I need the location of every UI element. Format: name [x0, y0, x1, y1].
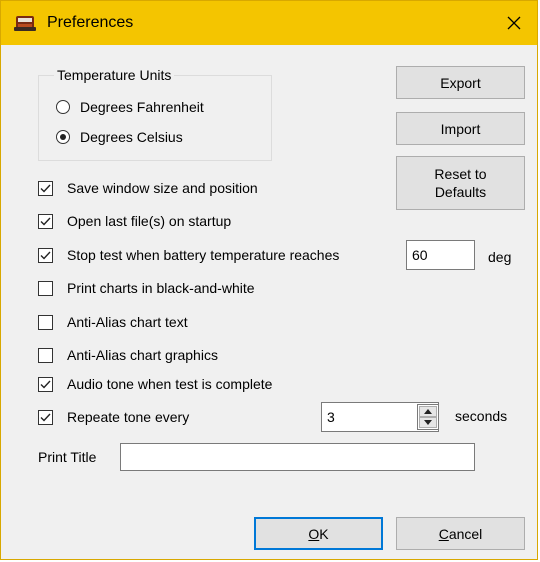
stop-temperature-unit: deg	[488, 249, 512, 265]
print-title-input[interactable]	[120, 443, 475, 471]
spin-up-button[interactable]	[419, 406, 437, 417]
arrow-up-icon	[424, 409, 432, 414]
spin-down-button[interactable]	[419, 417, 437, 428]
radio-celsius-label: Degrees Celsius	[80, 129, 183, 145]
radio-fahrenheit[interactable]: Degrees Fahrenheit	[56, 97, 204, 117]
option-open-last-files-label: Open last file(s) on startup	[67, 213, 232, 229]
checkbox-stop-test-temperature[interactable]	[38, 247, 53, 263]
close-icon	[507, 16, 521, 30]
title-bar: Preferences	[1, 1, 537, 45]
ok-button-label: OK	[308, 525, 329, 542]
repeat-interval-unit: seconds	[455, 408, 508, 424]
temperature-units-group: Temperature Units Degrees Fahrenheit Deg…	[38, 66, 272, 161]
option-stop-test-temperature[interactable]: Stop test when battery temperature reach…	[38, 245, 339, 265]
reset-to-defaults-button[interactable]: Reset to Defaults	[396, 156, 525, 210]
checkbox-anti-alias-text[interactable]	[38, 314, 53, 330]
option-repeat-tone[interactable]: Repeate tone every	[38, 407, 189, 427]
import-button[interactable]: Import	[396, 112, 525, 145]
temperature-units-legend: Temperature Units	[54, 66, 175, 84]
preferences-dialog: Preferences Temperature Units Degrees Fa…	[0, 0, 538, 560]
checkbox-repeat-tone[interactable]	[38, 409, 53, 425]
export-button-label: Export	[440, 74, 481, 91]
option-anti-alias-text-label: Anti-Alias chart text	[67, 314, 188, 330]
ok-button[interactable]: OK	[254, 517, 383, 550]
repeat-interval-spinner	[417, 404, 439, 430]
option-open-last-files[interactable]: Open last file(s) on startup	[38, 211, 231, 231]
checkbox-print-black-white[interactable]	[38, 280, 53, 296]
radio-celsius-indicator[interactable]	[56, 130, 70, 144]
export-button[interactable]: Export	[396, 66, 525, 99]
option-repeat-tone-label: Repeate tone every	[67, 409, 190, 425]
checkbox-save-window-size[interactable]	[38, 180, 53, 196]
checkmark-icon	[40, 380, 51, 389]
option-anti-alias-graphics[interactable]: Anti-Alias chart graphics	[38, 345, 218, 365]
battery-app-icon	[14, 13, 36, 33]
option-print-black-white-label: Print charts in black-and-white	[67, 280, 255, 296]
stop-temperature-input[interactable]	[406, 240, 475, 270]
checkmark-icon	[40, 413, 51, 422]
print-title-label: Print Title	[38, 449, 97, 465]
radio-celsius[interactable]: Degrees Celsius	[56, 127, 183, 147]
radio-fahrenheit-indicator[interactable]	[56, 100, 70, 114]
option-audio-tone-label: Audio tone when test is complete	[67, 376, 273, 392]
option-anti-alias-graphics-label: Anti-Alias chart graphics	[67, 347, 218, 363]
cancel-button-label: Cancel	[438, 525, 483, 542]
checkmark-icon	[40, 251, 51, 260]
checkbox-anti-alias-graphics[interactable]	[38, 347, 53, 363]
reset-button-label-line1: Reset to	[434, 166, 487, 182]
checkbox-audio-tone[interactable]	[38, 376, 53, 392]
option-print-black-white[interactable]: Print charts in black-and-white	[38, 278, 255, 298]
cancel-button[interactable]: Cancel	[396, 517, 525, 550]
option-audio-tone[interactable]: Audio tone when test is complete	[38, 374, 272, 394]
checkmark-icon	[40, 217, 51, 226]
checkbox-open-last-files[interactable]	[38, 213, 53, 229]
option-stop-test-temperature-label: Stop test when battery temperature reach…	[67, 247, 340, 263]
arrow-down-icon	[424, 420, 432, 425]
reset-button-label-line2: Defaults	[434, 184, 487, 200]
option-save-window-size[interactable]: Save window size and position	[38, 178, 258, 198]
import-button-label: Import	[440, 120, 481, 137]
window-title: Preferences	[47, 14, 134, 31]
checkmark-icon	[40, 184, 51, 193]
close-button[interactable]	[491, 1, 537, 45]
radio-fahrenheit-label: Degrees Fahrenheit	[80, 99, 204, 115]
option-anti-alias-text[interactable]: Anti-Alias chart text	[38, 312, 188, 332]
option-save-window-size-label: Save window size and position	[67, 180, 258, 196]
